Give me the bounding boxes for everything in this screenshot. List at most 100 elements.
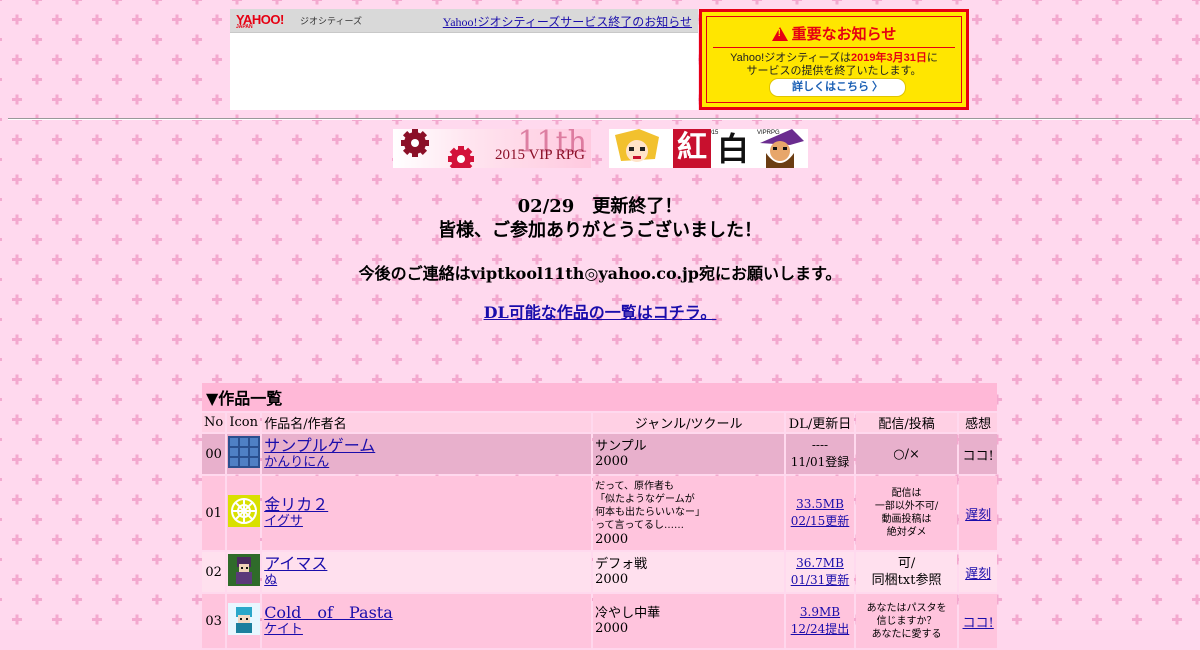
author-link[interactable]: ケイト	[264, 622, 589, 638]
dl-date-link[interactable]: 12/24提出	[791, 622, 850, 636]
notice-title-text: 重要なお知らせ	[791, 26, 897, 43]
row-genre-cell: 冷やし中華 2000	[593, 594, 785, 648]
row-dist-cell: 配信は 一部以外不可/ 動画投稿は 絶対ダメ	[855, 476, 958, 550]
update-end-heading: 02/29 更新終了！	[517, 196, 683, 217]
thanks-heading: 皆様、ご参加ありがとうございました！	[438, 220, 762, 241]
geocities-label: ジオシティーズ	[300, 16, 363, 26]
dl-date: 11/01登録	[790, 455, 850, 469]
author-link[interactable]: イグサ	[264, 514, 589, 530]
tool-text: 2000	[595, 531, 629, 547]
notice-inner: 重要なお知らせ Yahoo!ジオシティーズは2019年3月31日に サービスの提…	[706, 16, 962, 103]
warning-icon	[771, 27, 788, 41]
dl-date-link[interactable]: 01/31更新	[791, 573, 850, 587]
row-dist-cell: 可/ 同梱txt参照	[855, 552, 958, 592]
row-dl-cell: 3.9MB 12/24提出	[786, 594, 854, 648]
notice-body: Yahoo!ジオシティーズは2019年3月31日に サービスの提供を終了いたしま…	[707, 52, 961, 78]
author-link[interactable]: かんりにん	[264, 455, 589, 471]
header-icon: Icon	[227, 413, 261, 432]
works-table: ▼作品一覧 No Icon 作品名/作者名 ジャンル/ツクール DL/更新日 配…	[200, 381, 999, 650]
kouhaku-banner[interactable]: 2015 紅 白 VIPRPG	[609, 129, 808, 168]
notice-line2: サービスの提供を終了いたします。	[746, 65, 922, 77]
genre-text: って言ってるし……	[595, 519, 685, 531]
notice-date: 2019年3月31日	[851, 52, 927, 64]
genre-text: デフォ戦	[595, 557, 648, 572]
notice-details-button[interactable]: 詳しくはこちら 〉	[769, 78, 906, 97]
table-title-row: ▼作品一覧	[202, 383, 997, 411]
yahoo-ad-frame: YAHOO! JAPAN ジオシティーズ Yahoo!ジオシティーズサービス終了…	[230, 9, 698, 110]
dist-text: 絶対ダメ	[886, 527, 927, 538]
game-title-link[interactable]: サンプルゲーム	[264, 437, 589, 455]
dl-size-link[interactable]: 33.5MB	[796, 497, 844, 511]
header-dist: 配信/投稿	[855, 413, 958, 432]
important-notice-banner[interactable]: 重要なお知らせ Yahoo!ジオシティーズは2019年3月31日に サービスの提…	[699, 9, 969, 110]
dist-text: 一部以外不可/	[874, 501, 939, 512]
dist-text: あなたはパスタを	[866, 602, 947, 614]
tool-text: 2000	[595, 621, 629, 636]
pixel-char-icon	[227, 603, 260, 635]
kou-char: 紅	[673, 129, 711, 168]
download-list-row: DL可能な作品の一覧はコチラ。	[0, 299, 1200, 323]
game-title-link[interactable]: Cold of Pasta	[264, 604, 589, 622]
dl-size-link[interactable]: 36.7MB	[796, 556, 844, 570]
row-dl-cell: ---- 11/01登録	[786, 434, 854, 474]
row-name-cell: Cold of Pasta ケイト	[262, 594, 592, 648]
dl-date-link[interactable]: 02/15更新	[791, 514, 850, 528]
dist-text: 可/	[897, 556, 916, 571]
blonde-character-icon	[609, 129, 669, 168]
header-no: No	[202, 413, 226, 432]
row-impression-cell: 遅刻	[959, 552, 997, 592]
character-icon	[227, 554, 260, 586]
impression-link[interactable]: 遅刻	[965, 508, 991, 523]
yahoo-strip: YAHOO! JAPAN ジオシティーズ Yahoo!ジオシティーズサービス終了…	[230, 9, 698, 33]
vip-rpg-2015-banner[interactable]: 11th 2015 VIP RPG	[393, 129, 591, 168]
table-row: 03 Cold of Pasta ケイト 冷やし中華 2000 3.9MB 12…	[202, 594, 997, 648]
dl-size: ----	[811, 438, 829, 452]
haku-char: 白	[716, 130, 749, 168]
table-row: 00 サンプルゲーム かんりにん サンプル 2000 ---- 11/01登録 …	[202, 434, 997, 474]
row-dist-cell: ○/×	[855, 434, 958, 474]
row-impression-cell: ココ!	[959, 594, 997, 648]
dist-text: 配信は	[891, 488, 922, 499]
table-row: 01 金リカ２ イグサ だって、原作者も 「似たようなゲームが 何本も出たらいい…	[202, 476, 997, 550]
dl-size-link[interactable]: 3.9MB	[800, 605, 840, 619]
gear-icon	[401, 129, 474, 168]
table-row: 02 アイマス ぬ デフォ戦 2000 36.7MB 01/31更新 可/ 同梱…	[202, 552, 997, 592]
author-link[interactable]: ぬ	[264, 573, 589, 589]
genre-text: 「似たようなゲームが	[595, 493, 695, 505]
row-name-cell: 金リカ２ イグサ	[262, 476, 592, 550]
row-icon-cell	[227, 476, 261, 550]
row-no: 03	[202, 594, 226, 648]
row-dl-cell: 33.5MB 02/15更新	[786, 476, 854, 550]
game-title-link[interactable]: アイマス	[264, 555, 589, 573]
yellow-flower-icon	[227, 495, 260, 527]
yahoo-logo[interactable]: YAHOO! JAPAN	[236, 12, 284, 30]
row-genre-cell: だって、原作者も 「似たようなゲームが 何本も出たらいいなー」 って言ってるし……	[593, 476, 785, 550]
row-impression-cell: 遅刻	[959, 476, 997, 550]
game-title-link[interactable]: 金リカ２	[264, 496, 589, 514]
row-genre-cell: デフォ戦 2000	[593, 552, 785, 592]
banner-vip-rpg: 2015 VIP RPG	[494, 147, 585, 163]
row-no: 02	[202, 552, 226, 592]
row-name-cell: サンプルゲーム かんりにん	[262, 434, 592, 474]
dist-text: あなたに愛する	[871, 628, 942, 640]
row-genre-cell: サンプル 2000	[593, 434, 785, 474]
notice-line1-post: に	[926, 52, 938, 64]
row-no: 00	[202, 434, 226, 474]
row-dist-cell: あなたはパスタを 信じますか？ あなたに愛する	[855, 594, 958, 648]
tool-text: 2000	[595, 572, 629, 587]
blue-grid-icon	[227, 436, 260, 468]
service-end-link[interactable]: Yahoo!ジオシティーズサービス終了のお知らせ	[443, 13, 692, 30]
row-icon-cell	[227, 434, 261, 474]
table-title: ▼作品一覧	[202, 383, 997, 411]
table-header-row: No Icon 作品名/作者名 ジャンル/ツクール DL/更新日 配信/投稿 感…	[202, 413, 997, 432]
row-no: 01	[202, 476, 226, 550]
header-dl: DL/更新日	[786, 413, 854, 432]
horizontal-divider	[8, 118, 1192, 120]
impression-link[interactable]: 遅刻	[965, 567, 991, 582]
impression-link[interactable]: ココ!	[963, 616, 994, 631]
tool-text: 2000	[595, 454, 629, 469]
header-title-author: 作品名/作者名	[262, 413, 592, 432]
row-impression-cell: ココ!	[959, 434, 997, 474]
download-list-link[interactable]: DL可能な作品の一覧はコチラ。	[484, 303, 717, 322]
row-icon-cell	[227, 594, 261, 648]
